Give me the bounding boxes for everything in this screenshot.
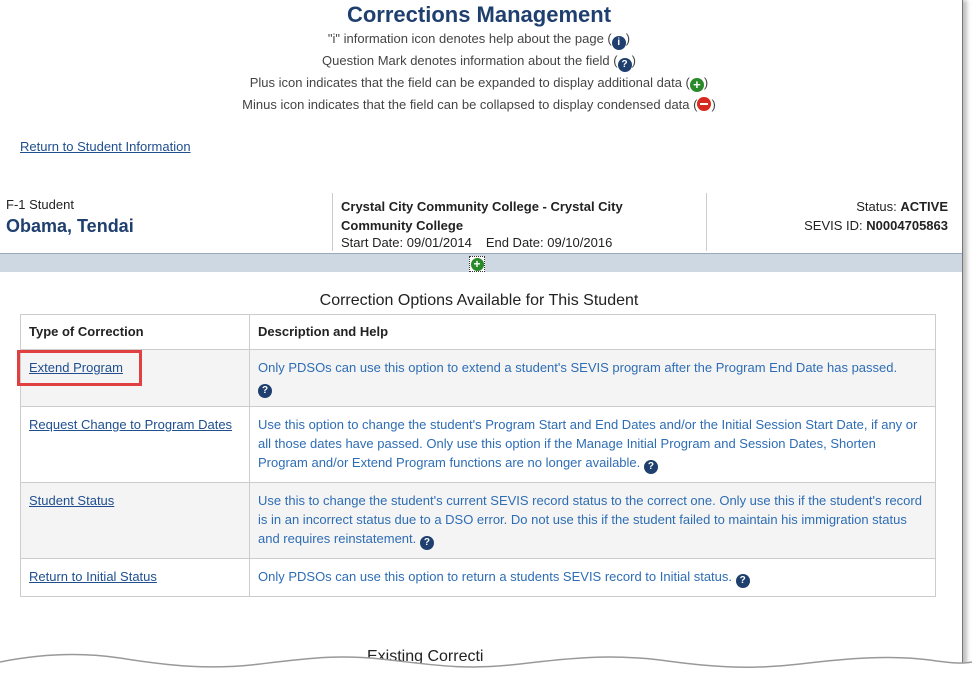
expand-button[interactable]: + [469,256,485,272]
page-title: Corrections Management [346,2,612,27]
plus-icon: + [689,78,704,92]
school-name: Crystal City Community College - Crystal… [341,199,623,233]
question-icon[interactable]: ? [643,460,658,474]
legend-minus-line: Minus icon indicates that the field can … [242,97,716,112]
sevis-id-line: SEVIS ID: N0004705863 [804,218,948,233]
legend-plus-line: Plus icon indicates that the field can b… [249,75,709,92]
highlight-box [17,350,142,386]
table-row: Student Status Use this to change the st… [20,482,936,559]
legend-info-line: "i" information icon denotes help about … [327,31,631,50]
minus-icon [697,97,712,111]
torn-edge [0,653,972,684]
status-value: ACTIVE [900,199,948,214]
question-icon[interactable]: ? [419,536,434,550]
legend-question-line: Question Mark denotes information about … [322,53,636,72]
column-header: Description and Help [249,314,936,350]
end-date: End Date: 09/10/2016 [485,235,613,250]
return-to-initial-status-link[interactable]: Return to Initial Status [29,569,157,584]
table-row: Extend Program Only PDSOs can use this o… [20,349,936,407]
student-type: F-1 Student [6,197,74,212]
sevis-id-value: N0004705863 [866,218,948,233]
divider [332,193,333,251]
question-icon[interactable]: ? [617,58,632,72]
student-status-link[interactable]: Student Status [29,493,114,508]
request-change-program-dates-link[interactable]: Request Change to Program Dates [29,417,232,432]
status-block: Status: ACTIVE SEVIS ID: N0004705863 [804,197,948,235]
student-name: Obama, Tendai [6,216,134,236]
info-icon[interactable]: i [611,36,626,50]
table-row: Return to Initial Status Only PDSOs can … [20,558,936,597]
question-icon[interactable]: ? [258,384,272,398]
program-dates: Start Date: 09/01/2014 End Date: 09/10/20… [341,235,626,250]
table-row: Request Change to Program Dates Use this… [20,406,936,483]
return-to-student-information-link[interactable]: Return to Student Information [20,139,191,154]
question-icon[interactable]: ? [735,574,750,588]
start-date: Start Date: 09/01/2014 [341,235,472,250]
column-header: Type of Correction [20,314,250,350]
divider [706,193,707,251]
status-line: Status: ACTIVE [856,199,948,214]
correction-options-table: Type of Correction Description and Help … [20,314,936,597]
student-summary: F-1 Student Obama, Tendai Crystal City C… [0,193,962,253]
plus-icon: + [470,257,484,271]
page-frame: Corrections Management "i" information i… [0,0,963,684]
options-title: Correction Options Available for This St… [319,292,639,309]
